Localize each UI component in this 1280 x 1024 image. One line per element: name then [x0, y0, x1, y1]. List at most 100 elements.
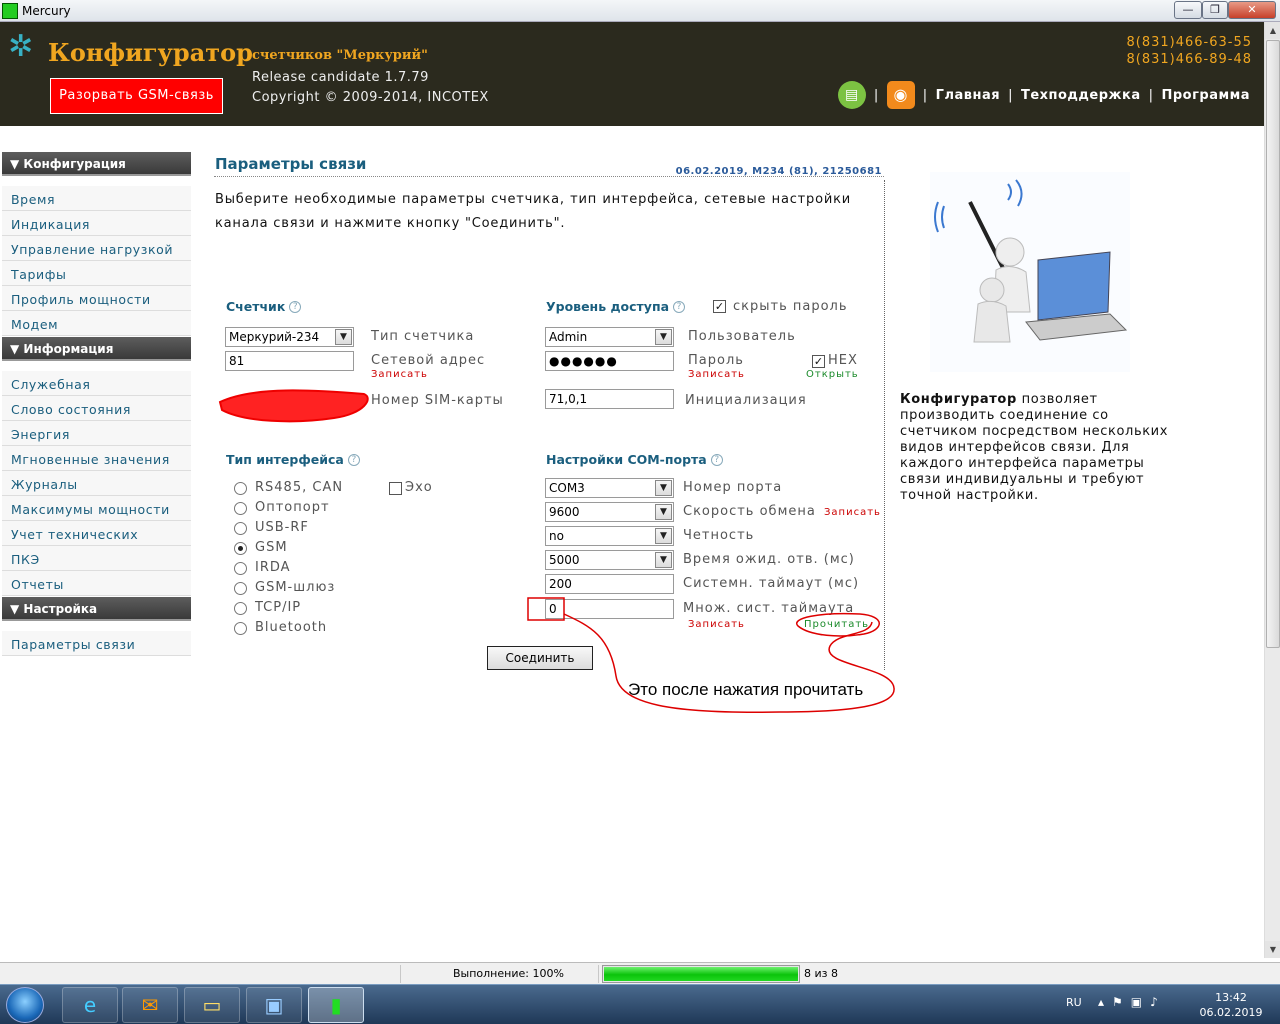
- sidebar-head-info[interactable]: ▼ Информация: [2, 337, 191, 361]
- help-icon[interactable]: ?: [673, 301, 686, 313]
- radio-gsm[interactable]: [234, 542, 247, 555]
- sidebar-item-power-max[interactable]: Максимумы мощности: [2, 496, 191, 521]
- tray-icons[interactable]: ▴⚑▣♪: [1098, 995, 1166, 1009]
- sidebar-item-energy[interactable]: Энергия: [2, 421, 191, 446]
- radio-optoport[interactable]: [234, 502, 247, 515]
- tray-language[interactable]: RU: [1066, 996, 1082, 1009]
- logo-title[interactable]: Конфигуратор: [48, 38, 253, 67]
- ie-icon[interactable]: e: [62, 987, 118, 1023]
- chevron-down-icon[interactable]: ▼: [655, 552, 672, 568]
- phone-1: 8(831)466-63-55: [1126, 35, 1252, 50]
- outlook-icon[interactable]: ✉: [122, 987, 178, 1023]
- close-button[interactable]: ✕: [1228, 1, 1276, 19]
- radio-bluetooth[interactable]: [234, 622, 247, 635]
- progress-label: Выполнение: 100%: [453, 967, 564, 980]
- rss-icon[interactable]: ◉: [886, 81, 915, 109]
- user-select[interactable]: Admin ▼: [545, 327, 674, 347]
- folder-icon[interactable]: ▭: [184, 987, 240, 1023]
- scroll-down-arrow-icon[interactable]: ▼: [1265, 941, 1280, 958]
- sidebar-item-display[interactable]: Индикация: [2, 211, 191, 236]
- address-write-link[interactable]: Записать: [371, 369, 428, 380]
- radio-label-bluetooth: Bluetooth: [255, 620, 328, 635]
- sidebar-item-instant-values[interactable]: Мгновенные значения: [2, 446, 191, 471]
- meter-type-select[interactable]: Меркурий-234 ▼: [225, 327, 354, 347]
- sidebar-item-power-profile[interactable]: Профиль мощности: [2, 286, 191, 311]
- com-port-value: COM3: [549, 481, 585, 495]
- password-write-link[interactable]: Записать: [688, 369, 745, 380]
- wait-time-select[interactable]: 5000 ▼: [545, 550, 674, 570]
- sidebar-item-pke[interactable]: ПКЭ: [2, 546, 191, 571]
- annotation-text: Это после нажатия прочитать: [628, 680, 864, 699]
- password-input[interactable]: ●●●●●●: [545, 351, 674, 371]
- radio-gsm-gateway[interactable]: [234, 582, 247, 595]
- sidebar-head-config[interactable]: ▼ Конфигурация: [2, 152, 191, 176]
- chevron-down-icon[interactable]: ▼: [655, 329, 672, 345]
- network-address-label: Сетевой адрес: [371, 353, 486, 368]
- nav-separator: |: [873, 87, 879, 103]
- sidebar-item-link-params[interactable]: Параметры связи: [2, 631, 191, 656]
- status-bar: Выполнение: 100% 8 из 8: [0, 962, 1280, 984]
- radio-tcpip[interactable]: [234, 602, 247, 615]
- nav-home-link[interactable]: Главная: [936, 88, 1000, 103]
- help-icon[interactable]: ?: [710, 454, 723, 466]
- network-address-input[interactable]: 81: [225, 351, 354, 371]
- radio-rs485[interactable]: [234, 482, 247, 495]
- tray-date: 06.02.2019: [1199, 1006, 1263, 1019]
- hide-password-checkbox[interactable]: ✓: [713, 300, 726, 313]
- aside-description: Конфигуратор позволяет производить соеди…: [900, 392, 1170, 504]
- scroll-up-arrow-icon[interactable]: ▲: [1265, 22, 1280, 39]
- vertical-scrollbar[interactable]: ▲ ▼: [1264, 22, 1280, 958]
- start-button[interactable]: [6, 987, 44, 1023]
- sidebar-item-reports[interactable]: Отчеты: [2, 571, 191, 596]
- minimize-button[interactable]: —: [1174, 1, 1202, 19]
- network-computer-icon[interactable]: ▣: [246, 987, 302, 1023]
- meter-section-label: Счетчик: [226, 299, 286, 314]
- progress-fill: [604, 967, 798, 981]
- sidebar-item-status-word[interactable]: Слово состояния: [2, 396, 191, 421]
- chevron-down-icon[interactable]: ▼: [655, 480, 672, 496]
- tray-clock[interactable]: 13:42 06.02.2019: [1196, 990, 1266, 1020]
- nav-support-link[interactable]: Техподдержка: [1021, 88, 1141, 103]
- app-header: ✲ Конфигуратор счетчиков "Меркурий" Rele…: [0, 22, 1266, 126]
- baud-rate-label: Скорость обмена: [683, 504, 816, 519]
- mercury-app-icon[interactable]: ▮: [308, 987, 364, 1023]
- sidebar-item-load-control[interactable]: Управление нагрузкой: [2, 236, 191, 261]
- radio-label-rs485: RS485, CAN: [255, 480, 344, 495]
- sidebar-item-service[interactable]: Служебная: [2, 371, 191, 396]
- sidebar: ▼ Конфигурация Время Индикация Управлени…: [0, 126, 192, 958]
- gsm-disconnect-button[interactable]: Разорвать GSM-связь: [50, 78, 223, 114]
- com-port-select[interactable]: COM3 ▼: [545, 478, 674, 498]
- help-icon[interactable]: ?: [289, 301, 302, 313]
- chevron-down-icon[interactable]: ▼: [655, 528, 672, 544]
- scroll-thumb[interactable]: [1266, 40, 1280, 648]
- intro-text: Выберите необходимые параметры счетчика,…: [215, 192, 851, 231]
- baud-rate-select[interactable]: 9600 ▼: [545, 502, 674, 522]
- sidebar-item-tech-losses[interactable]: Учет технических потерь: [2, 521, 191, 557]
- hex-checkbox[interactable]: ✓: [812, 355, 825, 368]
- printer-icon[interactable]: ▤: [837, 81, 866, 109]
- sidebar-item-tariffs[interactable]: Тарифы: [2, 261, 191, 286]
- radio-irda[interactable]: [234, 562, 247, 575]
- chevron-down-icon[interactable]: ▼: [335, 329, 352, 345]
- radio-usb-rf[interactable]: [234, 522, 247, 535]
- illustration-person-laptop-icon: [930, 172, 1130, 372]
- status-divider: [598, 965, 599, 983]
- maximize-button[interactable]: ❐: [1202, 1, 1228, 19]
- help-icon[interactable]: ?: [347, 454, 360, 466]
- sidebar-item-time[interactable]: Время: [2, 186, 191, 211]
- open-link[interactable]: Открыть: [806, 369, 859, 380]
- windows-taskbar: e ✉ ▭ ▣ ▮ RU ▴⚑▣♪ 13:42 06.02.2019: [0, 984, 1280, 1024]
- radio-label-optoport: Оптопорт: [255, 500, 330, 515]
- chevron-down-icon[interactable]: ▼: [655, 504, 672, 520]
- echo-checkbox[interactable]: [389, 482, 402, 495]
- baud-write-link[interactable]: Записать: [824, 507, 881, 518]
- gear-icon: ✲: [8, 29, 34, 64]
- sidebar-item-modem[interactable]: Модем: [2, 311, 191, 336]
- nav-program-link[interactable]: Программа: [1161, 88, 1250, 103]
- sidebar-item-journals[interactable]: Журналы: [2, 471, 191, 496]
- sys-timeout-input[interactable]: 200: [545, 574, 674, 594]
- init-input[interactable]: 71,0,1: [545, 389, 674, 409]
- tray-time: 13:42: [1215, 991, 1247, 1004]
- parity-select[interactable]: no ▼: [545, 526, 674, 546]
- sidebar-head-settings[interactable]: ▼ Настройка: [2, 597, 191, 621]
